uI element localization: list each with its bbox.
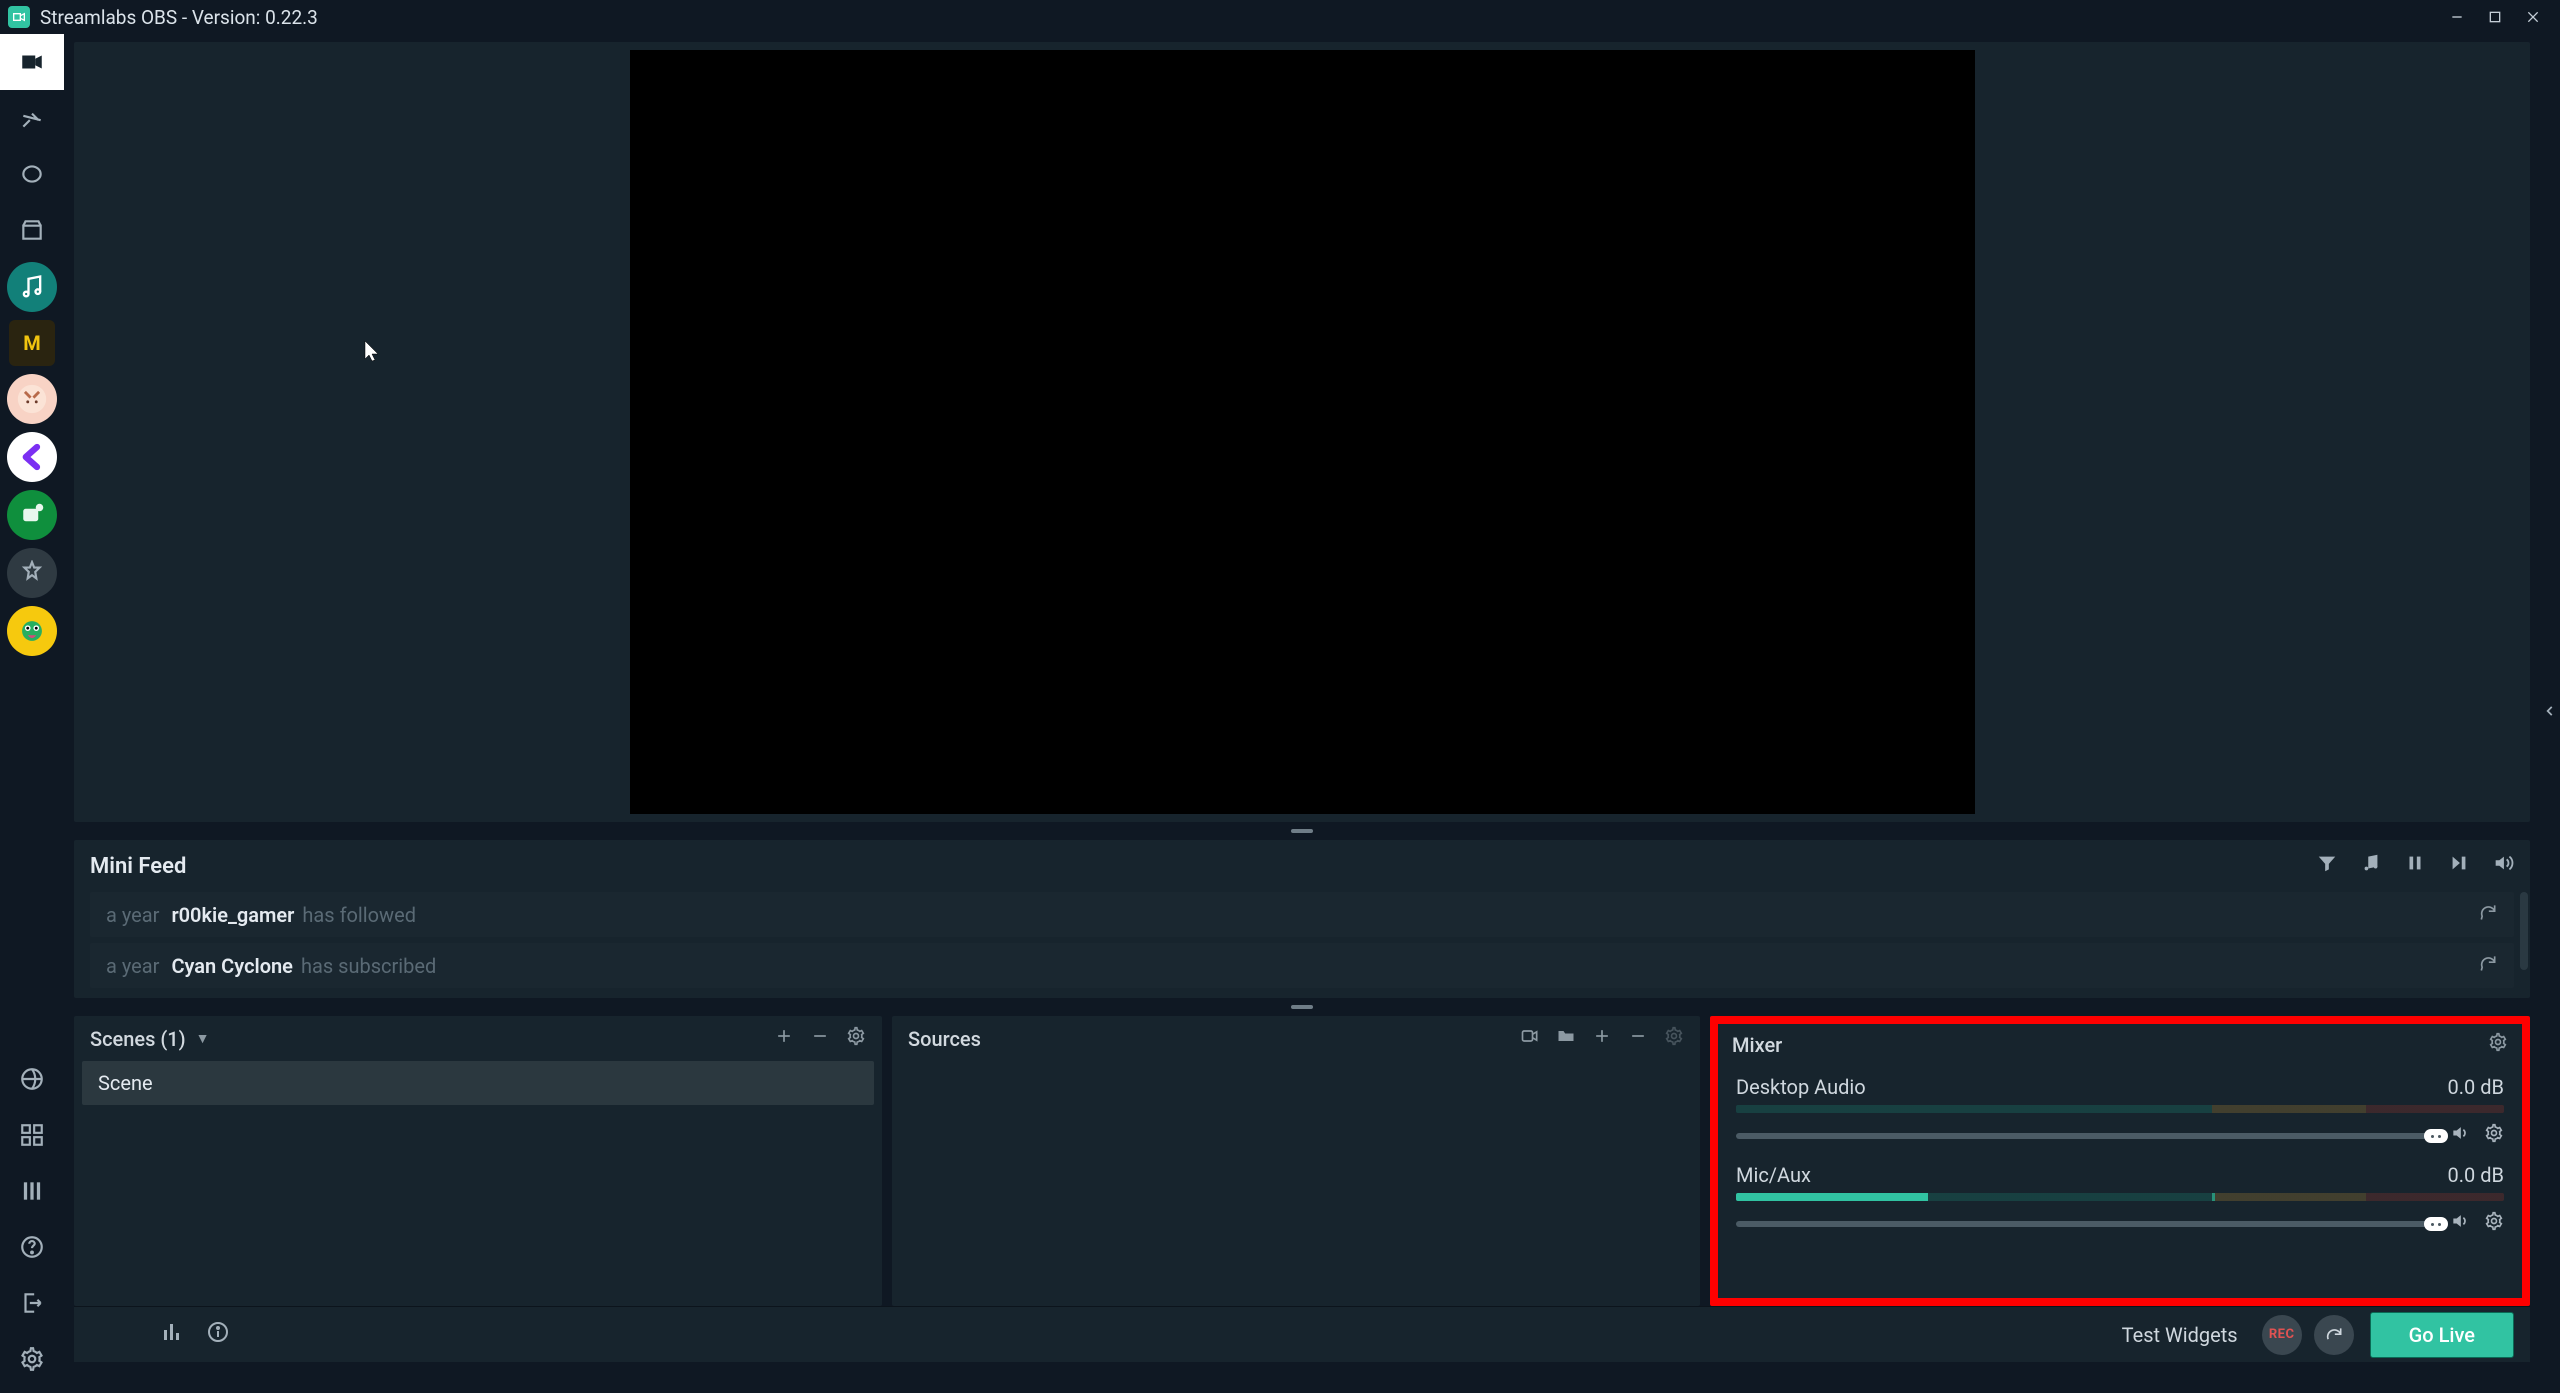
mixer-channel-meter [1736, 1105, 2504, 1113]
mixer-channel-db: 0.0 dB [2448, 1075, 2504, 1099]
go-live-label: Go Live [2409, 1323, 2475, 1347]
mouse-cursor-icon [364, 340, 380, 367]
feed-row-user: r00kie_gamer [171, 903, 294, 927]
source-webcam-icon[interactable] [1520, 1026, 1540, 1051]
sidebar-item-themes[interactable] [0, 90, 64, 146]
test-widgets-button[interactable]: Test Widgets [2122, 1323, 2238, 1347]
left-sidebar: M [0, 34, 64, 1393]
sidebar-item-notifications[interactable] [0, 1051, 64, 1107]
mixer-channel-settings-icon[interactable] [2484, 1123, 2504, 1149]
mixer-channel-mute-icon[interactable] [2450, 1123, 2470, 1149]
scene-add-icon[interactable] [774, 1026, 794, 1051]
sidebar-app-6[interactable] [7, 548, 57, 598]
chevron-left-icon [2543, 700, 2557, 728]
sidebar-app-3[interactable] [7, 374, 57, 424]
sidebar-item-layout-editor[interactable] [0, 1163, 64, 1219]
scenes-panel: Scenes (1) ▼ Scene [74, 1016, 882, 1306]
status-metrics-icon[interactable] [160, 1320, 184, 1350]
preview-canvas[interactable] [630, 50, 1975, 814]
scene-list-item[interactable]: Scene [82, 1061, 874, 1105]
window-minimize-button[interactable] [2438, 3, 2476, 31]
sidebar-app-1[interactable] [7, 262, 57, 312]
scene-item-label: Scene [98, 1071, 153, 1095]
scene-settings-icon[interactable] [846, 1026, 866, 1051]
source-folder-icon[interactable] [1556, 1026, 1576, 1051]
mixer-channel-settings-icon[interactable] [2484, 1211, 2504, 1237]
panel-resize-handle[interactable] [74, 822, 2530, 840]
feed-volume-icon[interactable] [2492, 852, 2514, 880]
sidebar-item-app-store[interactable] [0, 202, 64, 258]
sources-title: Sources [908, 1027, 981, 1051]
feed-row-replay-icon[interactable] [2478, 953, 2498, 978]
mixer-settings-icon[interactable] [2488, 1032, 2508, 1057]
main-content: Mini Feed a year r00kie_gamer has fol [64, 34, 2540, 1393]
sidebar-item-cloudbot[interactable] [0, 146, 64, 202]
scene-remove-icon[interactable] [810, 1026, 830, 1051]
mixer-channel: Desktop Audio 0.0 dB [1736, 1075, 2504, 1149]
feed-skip-icon[interactable] [2448, 852, 2470, 880]
feed-row-action: has followed [302, 903, 416, 927]
mixer-channel-slider[interactable] [1736, 1221, 2436, 1227]
right-sidebar-collapsed[interactable] [2540, 34, 2560, 1393]
feed-filter-icon[interactable] [2316, 852, 2338, 880]
feed-pause-icon[interactable] [2404, 852, 2426, 880]
feed-music-icon[interactable] [2360, 852, 2382, 880]
source-add-icon[interactable] [1592, 1026, 1612, 1051]
replay-buffer-button[interactable] [2314, 1315, 2354, 1355]
mixer-channel-slider[interactable] [1736, 1133, 2436, 1139]
window-title: Streamlabs OBS - Version: 0.22.3 [40, 6, 318, 29]
mixer-channel-meter [1736, 1193, 2504, 1201]
feed-row-user: Cyan Cyclone [171, 954, 293, 978]
sidebar-item-settings[interactable] [0, 1331, 64, 1387]
feed-row-time: a year [106, 954, 159, 978]
source-remove-icon[interactable] [1628, 1026, 1648, 1051]
feed-row-action: has subscribed [301, 954, 436, 978]
sidebar-app-2[interactable]: M [9, 320, 55, 366]
mixer-title: Mixer [1732, 1033, 1782, 1057]
feed-row: a year Cyan Cyclone has subscribed [90, 943, 2514, 988]
sidebar-item-help[interactable] [0, 1219, 64, 1275]
record-button[interactable]: REC [2262, 1315, 2302, 1355]
go-live-button[interactable]: Go Live [2370, 1312, 2514, 1358]
sidebar-item-studio-mode[interactable] [0, 1107, 64, 1163]
feed-row-time: a year [106, 903, 159, 927]
mixer-channel-name: Desktop Audio [1736, 1075, 1866, 1099]
record-button-label: REC [2269, 1327, 2295, 1342]
mixer-channel-mute-icon[interactable] [2450, 1211, 2470, 1237]
sidebar-item-editor[interactable] [0, 34, 64, 90]
status-bar: Test Widgets REC Go Live [74, 1306, 2530, 1362]
sidebar-item-logout[interactable] [0, 1275, 64, 1331]
sources-panel: Sources [892, 1016, 1700, 1306]
mini-feed-panel: Mini Feed a year r00kie_gamer has fol [74, 840, 2530, 998]
feed-row-replay-icon[interactable] [2478, 902, 2498, 927]
mini-feed-title: Mini Feed [90, 854, 186, 879]
sidebar-app-5[interactable] [7, 490, 57, 540]
app-logo-icon [8, 6, 30, 28]
status-info-icon[interactable] [206, 1320, 230, 1350]
sidebar-app-4[interactable] [7, 432, 57, 482]
scenes-title: Scenes (1) [90, 1027, 186, 1051]
panel-resize-handle[interactable] [74, 998, 2530, 1016]
mixer-channel-db: 0.0 dB [2448, 1163, 2504, 1187]
mixer-panel: Mixer Desktop Audio 0.0 dB [1710, 1016, 2530, 1306]
scenes-dropdown-icon[interactable]: ▼ [196, 1030, 210, 1047]
sidebar-app-7[interactable] [7, 606, 57, 656]
mixer-channel-name: Mic/Aux [1736, 1163, 1811, 1187]
window-maximize-button[interactable] [2476, 3, 2514, 31]
mixer-channel: Mic/Aux 0.0 dB [1736, 1163, 2504, 1237]
feed-scrollbar[interactable] [2520, 892, 2528, 970]
feed-row: a year r00kie_gamer has followed [90, 892, 2514, 937]
window-close-button[interactable] [2514, 3, 2552, 31]
preview-area[interactable] [74, 42, 2530, 822]
titlebar: Streamlabs OBS - Version: 0.22.3 [0, 0, 2560, 34]
source-settings-icon[interactable] [1664, 1026, 1684, 1051]
